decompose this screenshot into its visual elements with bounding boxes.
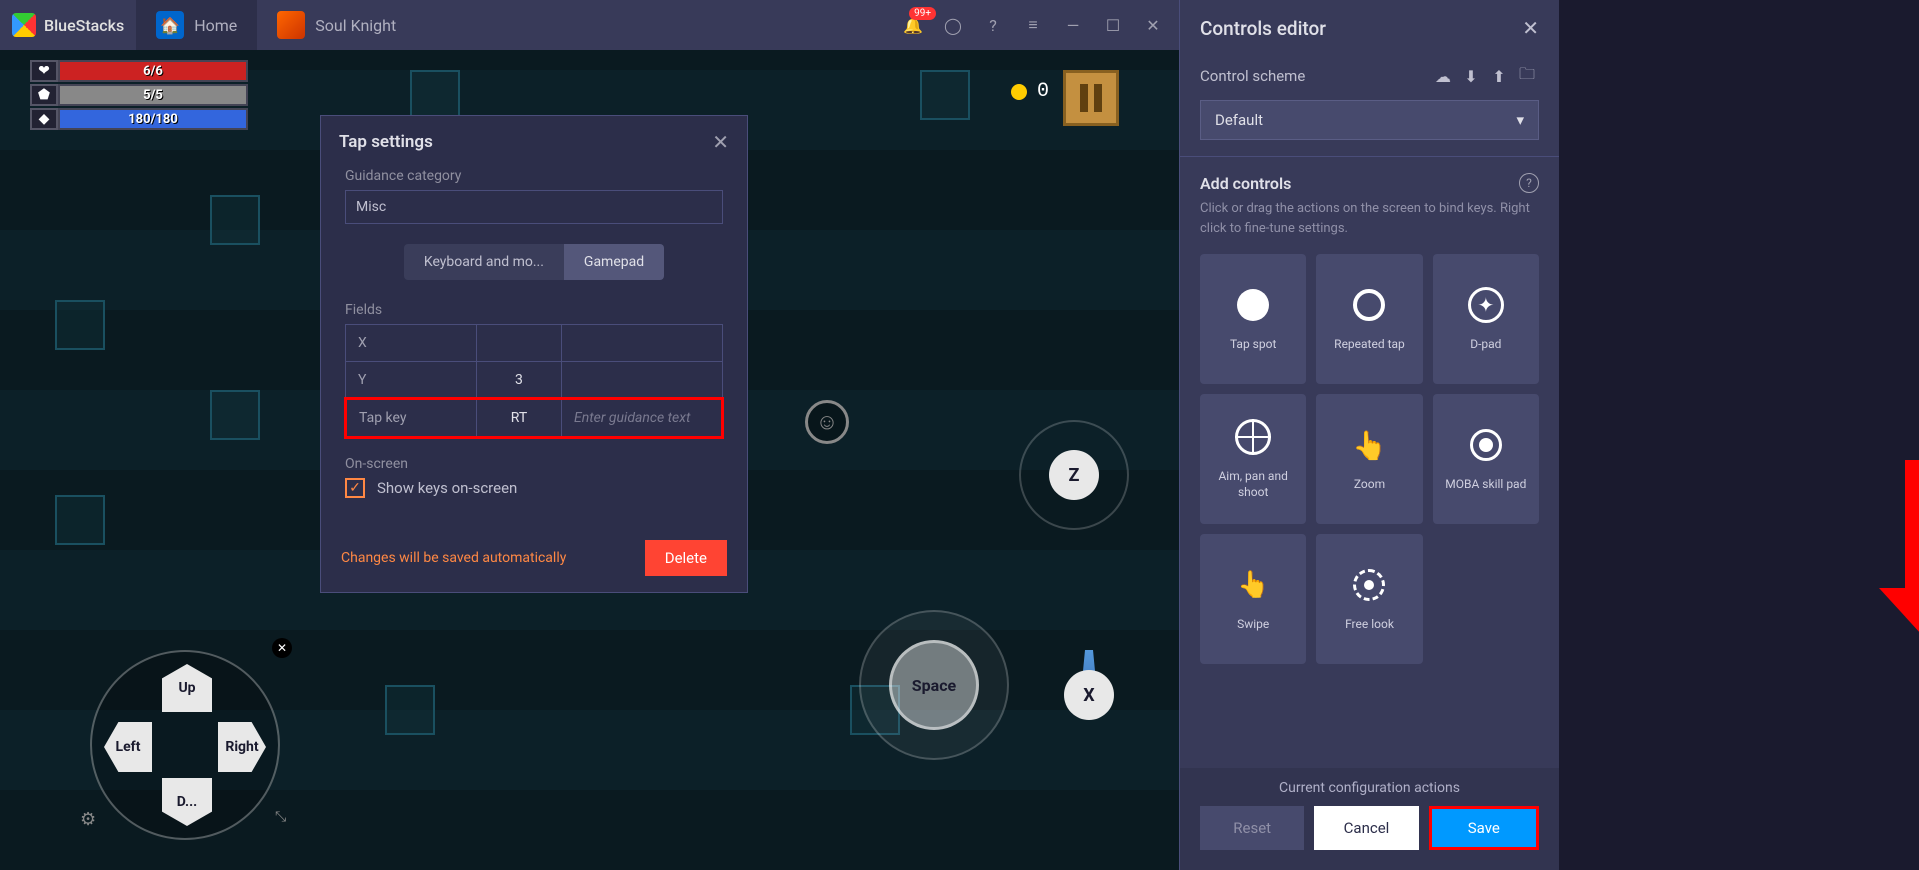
dialog-title: Tap settings bbox=[339, 132, 433, 152]
footer-label: Current configuration actions bbox=[1200, 780, 1539, 796]
coin-display: 0 bbox=[1011, 80, 1049, 103]
delete-button[interactable]: Delete bbox=[645, 540, 727, 576]
dpad-left[interactable]: Left bbox=[104, 722, 152, 772]
mana-icon: ◆ bbox=[30, 108, 58, 130]
field-tapkey-guidance[interactable]: Enter guidance text bbox=[562, 400, 721, 436]
app-name: BlueStacks bbox=[44, 16, 124, 35]
control-zoom[interactable]: 👆Zoom bbox=[1316, 394, 1422, 524]
tab-home[interactable]: 🏠 Home bbox=[136, 0, 257, 50]
settings-gear-icon[interactable]: ⚙ bbox=[80, 809, 96, 830]
heart-icon: ❤ bbox=[30, 60, 58, 82]
titlebar: BlueStacks 🏠 Home Soul Knight 🔔99+ ◯ ? ≡… bbox=[0, 0, 1179, 50]
menu-icon[interactable]: ≡ bbox=[1015, 7, 1051, 43]
game-viewport[interactable]: ❤6/6 ⬟5/5 ◆180/180 0 ☺ ✕ Up D... Left Ri… bbox=[0, 50, 1179, 870]
control-aim-pan-shoot[interactable]: Aim, pan and shoot bbox=[1200, 394, 1306, 524]
help-icon[interactable]: ? bbox=[975, 7, 1011, 43]
onscreen-label: On-screen bbox=[345, 456, 723, 472]
control-swipe[interactable]: 👆Swipe bbox=[1200, 534, 1306, 664]
control-moba-skill[interactable]: MOBA skill pad bbox=[1433, 394, 1539, 524]
bluestacks-icon bbox=[12, 13, 36, 37]
field-x-label: X bbox=[346, 325, 477, 361]
control-tap-spot[interactable]: Tap spot bbox=[1200, 254, 1306, 384]
folder-icon[interactable]: 🗀 bbox=[1515, 64, 1539, 88]
dpad-down[interactable]: D... bbox=[162, 778, 212, 826]
autosave-message: Changes will be saved automatically bbox=[341, 550, 566, 566]
account-icon[interactable]: ◯ bbox=[935, 7, 971, 43]
tap-key-row-highlighted: Tap key RT Enter guidance text bbox=[344, 397, 724, 439]
shield-icon: ⬟ bbox=[30, 84, 58, 106]
export-icon[interactable]: ⬆ bbox=[1487, 64, 1511, 88]
pause-button[interactable] bbox=[1063, 70, 1119, 126]
game-icon bbox=[277, 11, 305, 39]
cancel-button[interactable]: Cancel bbox=[1314, 806, 1418, 850]
field-tapkey-label: Tap key bbox=[347, 400, 477, 436]
category-input[interactable] bbox=[345, 190, 723, 224]
import-icon[interactable]: ⬇ bbox=[1459, 64, 1483, 88]
cloud-icon[interactable]: ☁ bbox=[1431, 64, 1455, 88]
panel-title: Controls editor bbox=[1200, 17, 1326, 40]
notification-badge: 99+ bbox=[909, 7, 936, 20]
scheme-dropdown[interactable]: Default ▾ bbox=[1200, 100, 1539, 140]
armor-value: 5/5 bbox=[60, 86, 246, 104]
home-icon: 🏠 bbox=[156, 11, 184, 39]
mp-value: 180/180 bbox=[60, 110, 246, 128]
bluestacks-logo: BlueStacks bbox=[0, 13, 136, 37]
scheme-label: Control scheme bbox=[1200, 67, 1305, 85]
x-button[interactable]: X bbox=[1064, 670, 1114, 720]
close-window-icon[interactable]: ✕ bbox=[1135, 7, 1171, 43]
tab-game[interactable]: Soul Knight bbox=[257, 0, 416, 50]
save-button[interactable]: Save bbox=[1429, 806, 1539, 850]
z-button[interactable]: Z bbox=[1049, 450, 1099, 500]
reset-button[interactable]: Reset bbox=[1200, 806, 1304, 850]
toggle-gamepad[interactable]: Gamepad bbox=[564, 244, 664, 280]
expand-icon[interactable]: ⤡ bbox=[275, 809, 286, 825]
field-y-label: Y bbox=[346, 362, 477, 398]
field-tapkey-value[interactable]: RT bbox=[477, 400, 562, 436]
dpad-up[interactable]: Up bbox=[162, 664, 212, 712]
dpad-right[interactable]: Right bbox=[218, 722, 266, 772]
coin-count: 0 bbox=[1037, 80, 1049, 103]
field-y-value[interactable]: 3 bbox=[477, 362, 562, 398]
notifications-icon[interactable]: 🔔99+ bbox=[895, 7, 931, 43]
field-x-value[interactable] bbox=[477, 325, 562, 361]
fields-label: Fields bbox=[345, 302, 723, 318]
dialog-close-icon[interactable]: ✕ bbox=[712, 130, 729, 154]
panel-close-icon[interactable]: ✕ bbox=[1522, 16, 1539, 40]
fields-table: X Y 3 Tap key RT Enter guidance text bbox=[345, 324, 723, 438]
space-button[interactable]: Space bbox=[889, 640, 979, 730]
category-label: Guidance category bbox=[345, 168, 723, 184]
control-repeated-tap[interactable]: Repeated tap bbox=[1316, 254, 1422, 384]
dpad-overlay[interactable]: ✕ Up D... Left Right bbox=[90, 650, 280, 840]
chevron-down-icon: ▾ bbox=[1516, 111, 1524, 129]
minimize-icon[interactable]: — bbox=[1055, 7, 1091, 43]
tap-settings-dialog: Tap settings ✕ Guidance category Keyboar… bbox=[320, 115, 748, 593]
add-controls-description: Click or drag the actions on the screen … bbox=[1200, 199, 1539, 238]
add-controls-title: Add controls bbox=[1200, 174, 1291, 193]
show-keys-checkbox[interactable]: ✓ bbox=[345, 478, 365, 498]
help-circle-icon[interactable]: ? bbox=[1519, 173, 1539, 193]
dpad-close-icon[interactable]: ✕ bbox=[272, 638, 292, 658]
control-dpad[interactable]: D-pad bbox=[1433, 254, 1539, 384]
coin-icon bbox=[1011, 84, 1027, 100]
controls-editor-panel: Controls editor ✕ Control scheme ☁ ⬇ ⬆ 🗀… bbox=[1179, 0, 1559, 870]
show-keys-label: Show keys on-screen bbox=[377, 479, 517, 497]
hp-value: 6/6 bbox=[60, 62, 246, 80]
game-hud: ❤6/6 ⬟5/5 ◆180/180 bbox=[30, 60, 248, 132]
toggle-keyboard[interactable]: Keyboard and mo... bbox=[404, 244, 564, 280]
control-free-look[interactable]: Free look bbox=[1316, 534, 1422, 664]
emote-button[interactable]: ☺ bbox=[805, 400, 849, 444]
maximize-icon[interactable]: ☐ bbox=[1095, 7, 1131, 43]
